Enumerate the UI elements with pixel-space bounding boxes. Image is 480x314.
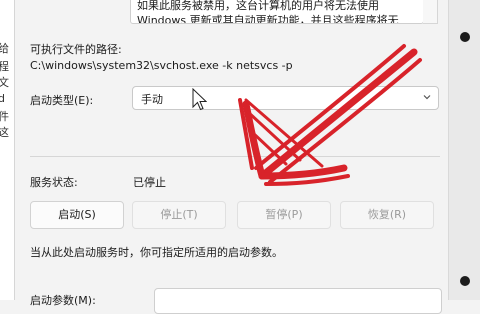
section-divider bbox=[30, 156, 440, 157]
start-params-label: 启动参数(M): bbox=[30, 294, 96, 307]
startup-type-label: 启动类型(E): bbox=[30, 94, 94, 107]
startup-type-select[interactable]: 手动 bbox=[132, 86, 439, 110]
exe-path-value: C:\windows\system32\svchost.exe -k netsv… bbox=[30, 59, 293, 72]
clipped-char: 给 bbox=[0, 40, 9, 56]
mouse-pointer-icon bbox=[192, 88, 207, 111]
chevron-down-icon bbox=[423, 95, 431, 100]
description-scrollbar[interactable] bbox=[423, 0, 438, 24]
clipped-char: d bbox=[0, 92, 5, 105]
start-params-hint: 当从此处启动服务时，你可指定所适用的启动参数。 bbox=[30, 246, 283, 259]
pause-button[interactable]: 暂停(P) bbox=[237, 201, 331, 229]
resume-button[interactable]: 恢复(R) bbox=[340, 201, 434, 229]
start-params-input[interactable] bbox=[154, 288, 442, 314]
clipped-char: 文 bbox=[0, 74, 9, 90]
service-description-box[interactable]: 如果此服务被禁用，这台计算机的用户将无法使用 Windows 更新或其自动更新功… bbox=[130, 0, 424, 24]
service-status-label: 服务状态: bbox=[30, 176, 78, 189]
background-panel bbox=[448, 0, 480, 300]
startup-type-value: 手动 bbox=[141, 93, 163, 106]
stop-button[interactable]: 停止(T) bbox=[132, 201, 226, 229]
background-window-edge: 给 程 文 d 件 这 代 bbox=[0, 0, 15, 300]
exe-path-label: 可执行文件的路径: bbox=[30, 43, 122, 56]
service-status-value: 已停止 bbox=[133, 176, 166, 189]
clipped-char: 件 bbox=[0, 108, 9, 124]
start-button[interactable]: 启动(S) bbox=[30, 201, 124, 229]
clipped-char: 程 bbox=[0, 58, 9, 74]
dot-icon bbox=[460, 32, 470, 42]
description-line: Windows 更新或其自动更新功能，并且这些程序将无 bbox=[137, 14, 399, 24]
dot-icon bbox=[460, 276, 470, 286]
